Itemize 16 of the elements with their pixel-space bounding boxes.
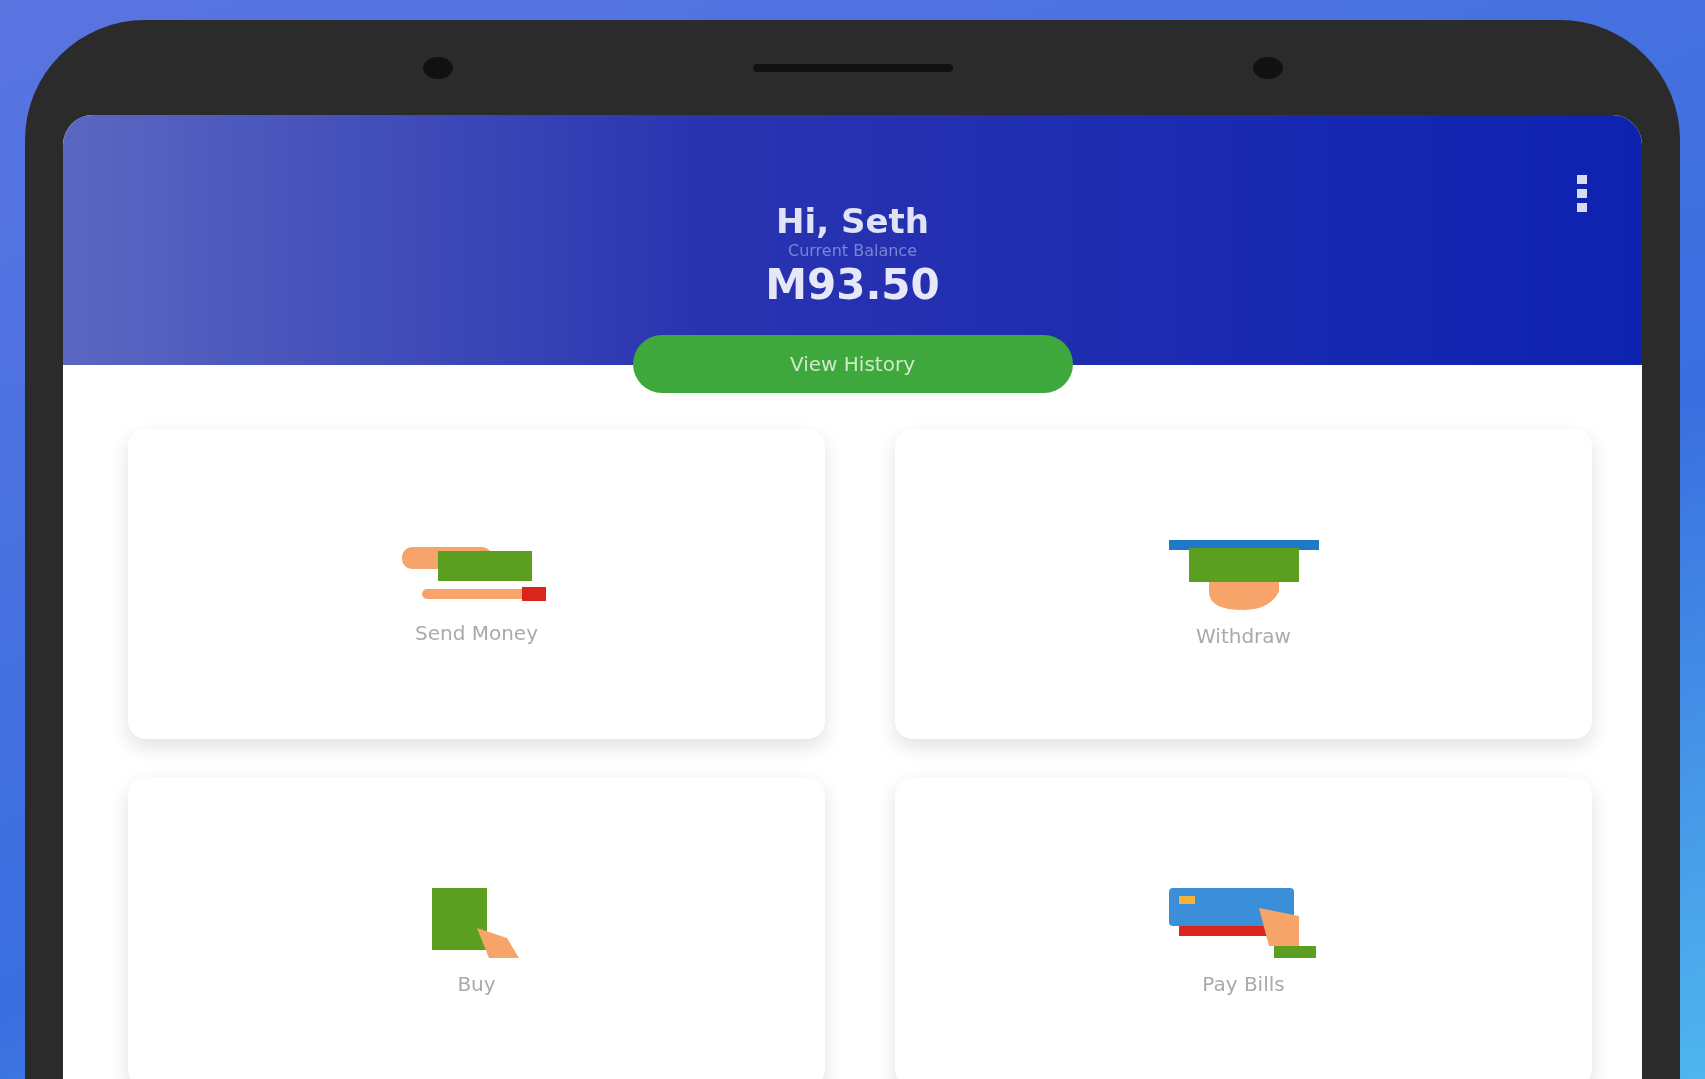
action-card[interactable]: Withdraw bbox=[895, 429, 1592, 739]
cash-dispenser-icon bbox=[1168, 540, 1319, 610]
balance-amount: M93.50 bbox=[765, 260, 940, 309]
credit-card-icon bbox=[1168, 888, 1319, 958]
greeting: Hi, Seth bbox=[776, 201, 929, 241]
camera-icon bbox=[422, 56, 453, 79]
action-card[interactable]: Send Money bbox=[128, 429, 825, 739]
balance-label: Current Balance bbox=[788, 241, 917, 260]
menu-icon[interactable] bbox=[1577, 175, 1587, 212]
action-label: Pay Bills bbox=[1202, 972, 1285, 996]
action-card[interactable]: Buy bbox=[128, 777, 825, 1079]
action-label: Send Money bbox=[414, 621, 538, 645]
action-label: Buy bbox=[457, 972, 496, 996]
action-card[interactable]: Pay Bills bbox=[895, 777, 1592, 1079]
action-label: Withdraw bbox=[1196, 624, 1291, 648]
view-history-button[interactable]: View History bbox=[632, 335, 1073, 393]
